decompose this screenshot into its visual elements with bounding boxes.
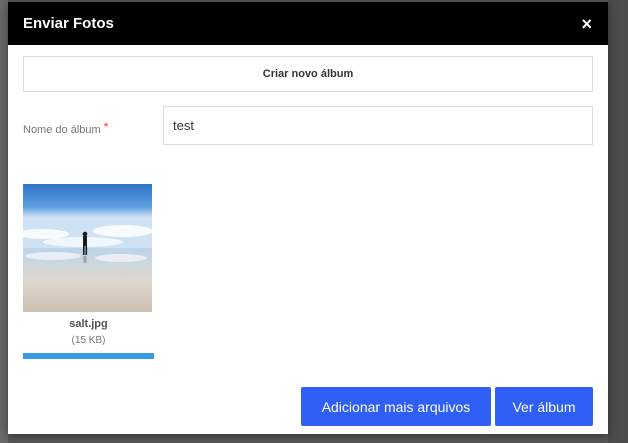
file-thumbnail[interactable] (23, 184, 152, 312)
page-backdrop-right (608, 0, 628, 443)
file-name: salt.jpg (69, 318, 108, 330)
upload-photos-modal: Enviar Fotos × Criar novo álbum Nome do … (8, 2, 608, 434)
uploaded-file-card: salt.jpg (15 KB) (23, 184, 154, 359)
upload-progress-bar (23, 353, 154, 359)
view-album-button[interactable]: Ver álbum (495, 387, 593, 426)
modal-header: Enviar Fotos × (8, 2, 608, 45)
close-icon[interactable]: × (581, 15, 592, 33)
upload-progress-fill (23, 353, 154, 359)
album-name-input[interactable] (163, 106, 593, 145)
add-more-files-button[interactable]: Adicionar mais arquivos (301, 387, 491, 426)
page-backdrop-left (0, 0, 8, 443)
album-name-label: Nome do álbum * (23, 120, 108, 136)
file-size: (15 KB) (71, 335, 106, 346)
create-new-album-button[interactable]: Criar novo álbum (23, 56, 593, 92)
required-marker: * (103, 120, 109, 134)
album-name-label-text: Nome do álbum (23, 124, 101, 136)
modal-title: Enviar Fotos (23, 15, 114, 32)
